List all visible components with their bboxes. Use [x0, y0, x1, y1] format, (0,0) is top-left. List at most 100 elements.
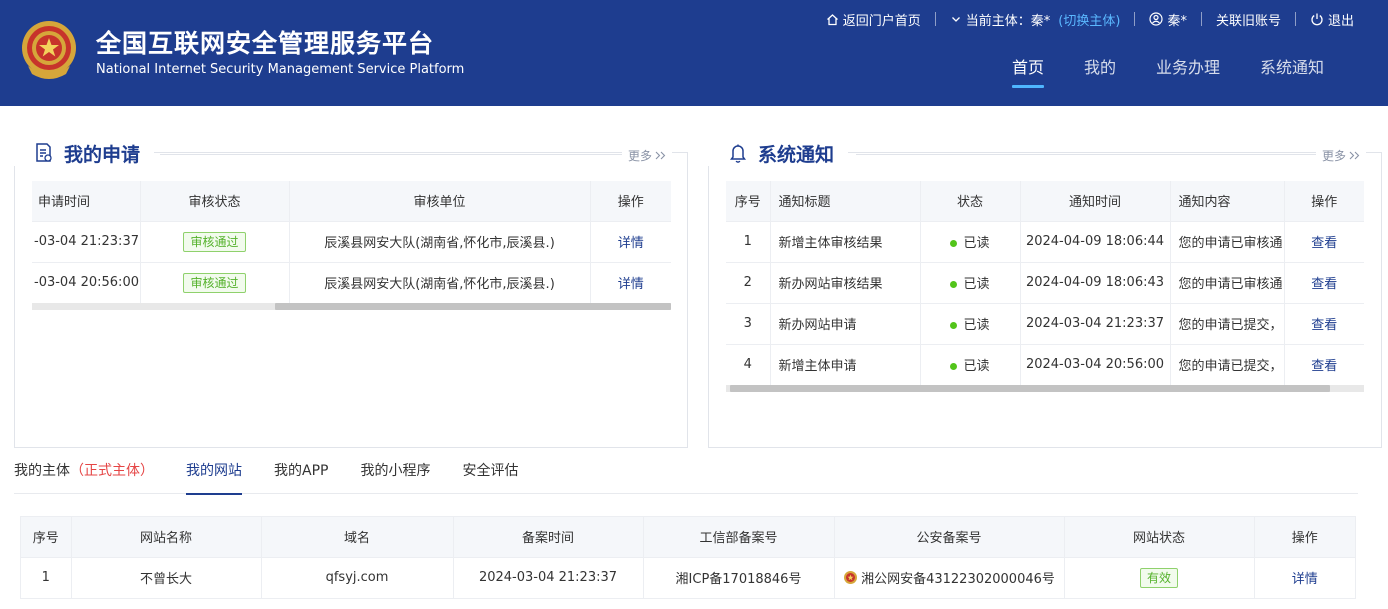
col-content: 通知内容 — [1170, 181, 1285, 221]
col-site-name: 网站名称 — [71, 517, 262, 557]
notice-content: 您的申请已审核通 — [1170, 220, 1285, 262]
applications-table: 申请时间 审核状态 审核单位 操作 -03-04 21:23:37 审核通过 辰… — [32, 181, 671, 303]
notice-content: 您的申请已审核通 — [1170, 261, 1285, 303]
col-action: 操作 — [1254, 517, 1355, 557]
applications-title: 我的申请 — [14, 140, 155, 166]
col-record-time: 备案时间 — [453, 517, 644, 557]
divider — [1134, 12, 1136, 26]
view-link[interactable]: 查看 — [1284, 261, 1364, 303]
status-badge: 审核通过 — [183, 231, 246, 252]
read-dot-icon — [950, 322, 958, 329]
logout-button[interactable]: 退出 — [1310, 10, 1354, 29]
nav-business[interactable]: 业务办理 — [1136, 54, 1240, 88]
detail-link[interactable]: 详情 — [590, 220, 671, 262]
notice-no: 4 — [726, 343, 771, 385]
tab-security-assessment[interactable]: 安全评估 — [462, 456, 518, 494]
view-link[interactable]: 查看 — [1284, 343, 1364, 385]
detail-link[interactable]: 详情 — [590, 261, 671, 303]
notice-no: 2 — [726, 261, 771, 303]
subject-flag: （正式主体） — [70, 463, 154, 479]
col-apply-time: 申请时间 — [32, 181, 141, 221]
site-police-number: 湘公网安备43122302000046号 — [834, 556, 1065, 598]
read-dot-icon — [950, 363, 958, 371]
nav-mine[interactable]: 我的 — [1064, 54, 1136, 88]
applications-table-wrap: 申请时间 审核状态 审核单位 操作 -03-04 21:23:37 审核通过 辰… — [32, 181, 671, 303]
col-audit-status: 审核状态 — [140, 181, 290, 221]
applications-more-link[interactable]: 更多 — [622, 146, 673, 164]
user-icon — [1149, 12, 1164, 26]
notice-status: 已读 — [920, 302, 1021, 344]
table-row: 3 新办网站申请 已读 2024-03-04 21:23:37 您的申请已提交，… — [726, 302, 1364, 344]
site-no: 1 — [21, 556, 72, 598]
status-badge: 有效 — [1139, 567, 1178, 588]
view-link[interactable]: 查看 — [1284, 302, 1364, 344]
table-header-row: 申请时间 审核状态 审核单位 操作 — [32, 181, 671, 221]
notices-title-text: 系统通知 — [758, 143, 835, 166]
notice-status: 已读 — [920, 220, 1021, 262]
apply-time: -03-04 21:23:37 — [32, 220, 141, 262]
tab-my-apps[interactable]: 我的APP — [274, 456, 328, 494]
switch-subject-link[interactable]: (切换主体) — [1058, 10, 1120, 29]
read-dot-icon — [950, 240, 958, 247]
nav-home[interactable]: 首页 — [992, 54, 1064, 88]
tab-my-websites[interactable]: 我的网站 — [186, 456, 242, 495]
col-domain: 域名 — [261, 517, 454, 557]
apply-time: -03-04 20:56:00 — [32, 261, 141, 303]
col-no: 序号 — [21, 517, 72, 557]
more-label: 更多 — [1322, 148, 1347, 163]
col-icp-number: 工信部备案号 — [643, 517, 835, 557]
user-menu[interactable]: 秦* — [1149, 10, 1187, 29]
notice-title: 新增主体审核结果 — [770, 220, 921, 262]
platform-subtitle: National Internet Security Management Se… — [96, 62, 465, 77]
document-icon — [36, 143, 52, 162]
tab-label: 我的主体 — [14, 463, 70, 479]
detail-link[interactable]: 详情 — [1254, 556, 1355, 598]
col-no: 序号 — [726, 181, 771, 221]
col-title: 通知标题 — [770, 181, 921, 221]
nav-notices[interactable]: 系统通知 — [1240, 54, 1344, 88]
home-link[interactable]: 返回门户首页 — [826, 10, 921, 29]
col-site-status: 网站状态 — [1064, 517, 1255, 557]
logout-label: 退出 — [1327, 13, 1354, 29]
site-domain: qfsyj.com — [261, 556, 454, 598]
main-nav: 首页 我的 业务办理 系统通知 — [992, 54, 1344, 88]
current-subject-label: 当前主体：秦* — [965, 13, 1051, 29]
police-number-text: 湘公网安备43122302000046号 — [861, 572, 1055, 588]
notices-scrollbar-thumb[interactable] — [730, 385, 1330, 392]
notice-no: 1 — [726, 220, 771, 262]
divider — [934, 12, 936, 26]
home-link-label: 返回门户首页 — [842, 13, 921, 29]
divider — [856, 154, 1316, 155]
notice-title: 新办网站申请 — [770, 302, 921, 344]
applications-scrollbar-thumb[interactable] — [275, 303, 671, 310]
col-audit-unit: 审核单位 — [289, 181, 591, 221]
link-old-account-button[interactable]: 关联旧账号 — [1216, 10, 1281, 29]
emblem-icon — [22, 21, 76, 79]
current-subject[interactable]: 当前主体：秦* (切换主体) — [950, 10, 1120, 29]
double-chevron-right-icon — [1349, 151, 1360, 159]
power-icon — [1311, 13, 1323, 26]
top-header: 全国互联网安全管理服务平台 National Internet Security… — [0, 0, 1388, 106]
notice-title: 新办网站审核结果 — [770, 261, 921, 303]
table-row: 2 新办网站审核结果 已读 2024-04-09 18:06:43 您的申请已审… — [726, 261, 1364, 303]
view-link[interactable]: 查看 — [1284, 220, 1364, 262]
col-action: 操作 — [1284, 181, 1364, 221]
tab-my-subject[interactable]: 我的主体（正式主体） — [14, 456, 154, 494]
tab-my-mini-programs[interactable]: 我的小程序 — [360, 456, 430, 494]
status-text: 已读 — [963, 359, 990, 375]
col-police-number: 公安备案号 — [834, 517, 1065, 557]
divider — [160, 154, 630, 155]
site-status: 有效 — [1064, 556, 1255, 598]
home-icon — [826, 13, 838, 25]
notices-more-link[interactable]: 更多 — [1316, 146, 1367, 164]
notice-time: 2024-03-04 21:23:37 — [1020, 302, 1171, 344]
bell-icon — [730, 144, 746, 163]
notices-table: 序号 通知标题 状态 通知时间 通知内容 操作 1 新增主体审核结果 已读 20… — [726, 181, 1364, 385]
notice-status: 已读 — [920, 343, 1021, 385]
resource-tabs: 我的主体（正式主体） 我的网站 我的APP 我的小程序 安全评估 — [14, 456, 1358, 495]
table-header-row: 序号 网站名称 域名 备案时间 工信部备案号 公安备案号 网站状态 操作 — [21, 517, 1355, 557]
table-row: -03-04 20:56:00 审核通过 辰溪县网安大队(湖南省,怀化市,辰溪县… — [32, 261, 671, 303]
read-dot-icon — [950, 281, 958, 288]
notices-table-wrap: 序号 通知标题 状态 通知时间 通知内容 操作 1 新增主体审核结果 已读 20… — [726, 181, 1364, 385]
col-action: 操作 — [590, 181, 671, 221]
